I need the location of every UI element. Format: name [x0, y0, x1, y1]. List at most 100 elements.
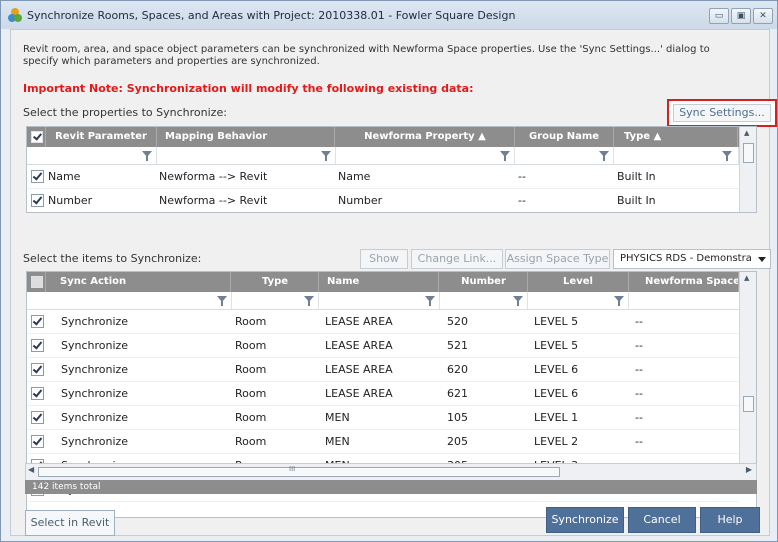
help-button[interactable]: Help — [700, 507, 760, 533]
newforma-space-type: -- — [635, 339, 643, 352]
column-level[interactable]: Level — [528, 272, 629, 292]
show-button[interactable]: Show — [360, 249, 408, 269]
item-number: 205 — [447, 435, 468, 448]
filter-cell[interactable] — [528, 292, 629, 309]
filter-icon[interactable] — [599, 151, 609, 161]
select-all-properties-checkbox[interactable] — [31, 131, 43, 143]
property-row[interactable]: Number Newforma --> Revit Number -- Buil… — [27, 189, 739, 212]
item-name: LEASE AREA — [325, 387, 393, 400]
filter-cell[interactable] — [336, 147, 515, 164]
item-row[interactable]: Synchronize Room LEASE AREA 621 LEVEL 6 -- — [27, 382, 739, 406]
item-level: LEVEL 5 — [534, 315, 579, 328]
filter-icon[interactable] — [722, 151, 732, 161]
window-title: Synchronize Rooms, Spaces, and Areas wit… — [27, 9, 516, 22]
column-type[interactable]: Type ▲ — [614, 127, 738, 147]
item-name: LEASE AREA — [325, 315, 393, 328]
filter-cell[interactable] — [319, 292, 440, 309]
dialog-content: Revit room, area, and space object param… — [10, 29, 777, 536]
item-number: 621 — [447, 387, 468, 400]
properties-filter-row — [27, 147, 739, 165]
maximize-button[interactable]: ▣ — [731, 8, 751, 24]
row-checkbox[interactable] — [31, 435, 44, 448]
scroll-left-icon[interactable]: ◀ — [28, 465, 34, 474]
item-level: LEVEL 1 — [534, 411, 579, 424]
sync-settings-button[interactable]: Sync Settings... — [667, 99, 777, 127]
row-checkbox[interactable] — [31, 339, 44, 352]
filter-icon[interactable] — [425, 296, 435, 306]
item-level: LEVEL 5 — [534, 339, 579, 352]
filter-icon[interactable] — [321, 151, 331, 161]
row-checkbox[interactable] — [31, 411, 44, 424]
change-link-button[interactable]: Change Link... — [411, 249, 503, 269]
chevron-down-icon[interactable] — [758, 257, 766, 262]
item-row[interactable]: Synchronize Room MEN 205 LEVEL 2 -- — [27, 430, 739, 454]
select-all-items-checkbox[interactable] — [31, 276, 43, 288]
filter-cell[interactable] — [46, 292, 232, 309]
column-sync-action[interactable]: Sync Action — [46, 272, 231, 292]
filter-icon[interactable] — [142, 151, 152, 161]
scroll-grip: III — [289, 465, 296, 473]
cancel-button[interactable]: Cancel — [628, 507, 696, 533]
filter-cell[interactable] — [46, 147, 157, 164]
row-checkbox[interactable] — [31, 170, 44, 183]
select-all-items[interactable] — [27, 272, 46, 292]
column-name[interactable]: Name — [319, 272, 439, 292]
item-row[interactable]: Synchronize Room LEASE AREA 520 LEVEL 5 -- — [27, 310, 739, 334]
property-row[interactable]: Name Newforma --> Revit Name -- Built In — [27, 165, 739, 189]
item-number: 105 — [447, 411, 468, 424]
item-row[interactable]: Synchronize Room LEASE AREA 620 LEVEL 6 -- — [27, 358, 739, 382]
synchronize-button[interactable]: Synchronize — [546, 507, 624, 533]
scroll-up-icon[interactable]: ▲ — [744, 129, 749, 137]
view-select-value: PHYSICS RDS - Demonstrati — [620, 253, 752, 264]
row-checkbox[interactable] — [31, 194, 44, 207]
column-revit-parameter[interactable]: Revit Parameter — [46, 127, 157, 147]
group-name: -- — [518, 170, 526, 183]
item-row[interactable]: Synchronize Room LEASE AREA 521 LEVEL 5 -- — [27, 334, 739, 358]
scroll-right-icon[interactable]: ▶ — [746, 465, 752, 474]
column-newforma-property[interactable]: Newforma Property ▲ — [336, 127, 515, 147]
column-mapping-behavior[interactable]: Mapping Behavior — [157, 127, 335, 147]
filter-icon[interactable] — [513, 296, 523, 306]
minimize-button[interactable]: ▭ — [709, 8, 729, 24]
assign-space-type-button[interactable]: Assign Space Type — [505, 249, 610, 269]
filter-cell[interactable] — [515, 147, 614, 164]
view-select[interactable]: PHYSICS RDS - Demonstrati — [613, 249, 771, 269]
item-row[interactable]: Synchronize Room MEN 105 LEVEL 1 -- — [27, 406, 739, 430]
column-number[interactable]: Number — [440, 272, 528, 292]
sync-action: Synchronize — [61, 339, 129, 352]
properties-vertical-scrollbar[interactable]: ▲ — [739, 127, 756, 212]
select-all-properties[interactable] — [27, 127, 46, 147]
newforma-space-type: -- — [635, 411, 643, 424]
row-checkbox[interactable] — [31, 315, 44, 328]
filter-cell[interactable] — [232, 292, 319, 309]
items-vertical-scrollbar[interactable]: ▲ ▼ — [739, 272, 756, 492]
item-number: 520 — [447, 315, 468, 328]
row-checkbox[interactable] — [31, 363, 44, 376]
properties-label: Select the properties to Synchronize: — [23, 106, 227, 119]
newforma-logo-icon — [8, 8, 22, 22]
scroll-thumb[interactable] — [743, 396, 754, 412]
filter-icon[interactable] — [614, 296, 624, 306]
item-number: 521 — [447, 339, 468, 352]
filter-icon[interactable] — [217, 296, 227, 306]
column-group-name[interactable]: Group Name — [515, 127, 614, 147]
filter-cell[interactable] — [440, 292, 528, 309]
scroll-up-icon[interactable]: ▲ — [744, 274, 749, 282]
filter-icon[interactable] — [304, 296, 314, 306]
item-number: 620 — [447, 363, 468, 376]
items-footer: 142 items total — [25, 480, 757, 494]
row-checkbox[interactable] — [31, 387, 44, 400]
scroll-thumb[interactable] — [743, 143, 754, 163]
select-in-revit-button[interactable]: Select in Revit — [25, 510, 115, 536]
items-horizontal-scrollbar[interactable]: ◀ III ▶ — [25, 463, 757, 481]
column-newforma-space-type[interactable]: Newforma Space Type — [629, 272, 739, 292]
revit-parameter: Number — [48, 194, 93, 207]
filter-cell[interactable] — [614, 147, 739, 164]
items-grid-header: Sync Action Type Name Number Level Newfo… — [27, 272, 739, 292]
close-button[interactable]: ✕ — [753, 8, 773, 24]
newforma-space-type: -- — [635, 435, 643, 448]
column-type[interactable]: Type — [232, 272, 319, 292]
filter-icon[interactable] — [500, 151, 510, 161]
horizontal-scroll-thumb[interactable]: III — [38, 465, 560, 477]
filter-cell[interactable] — [157, 147, 336, 164]
